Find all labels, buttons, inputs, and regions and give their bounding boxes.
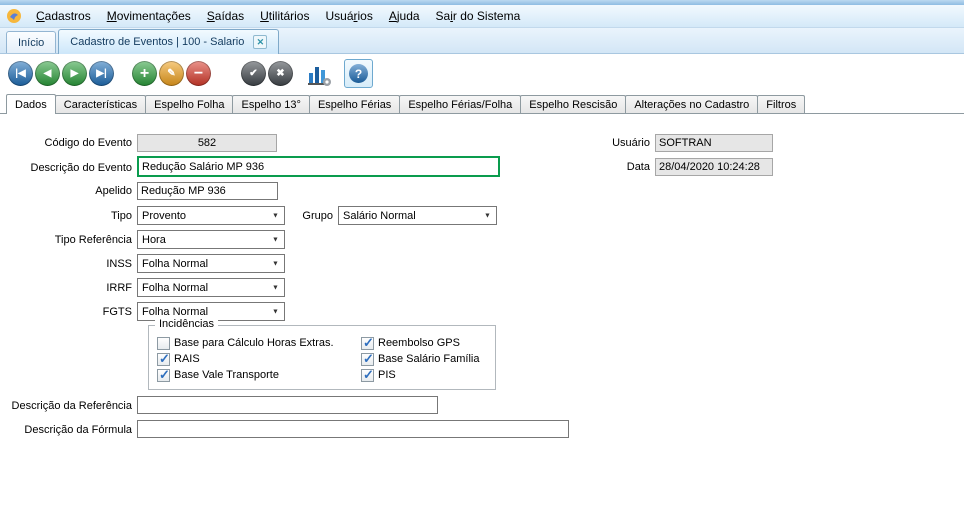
checkbox-base-vale-transporte[interactable]: Base Vale Transporte <box>157 367 279 383</box>
fgts-value: Folha Normal <box>142 305 209 318</box>
chart-icon[interactable] <box>306 61 332 87</box>
tab-inicio[interactable]: Início <box>6 31 57 53</box>
incidencias-groupbox: Incidências Base para Cálculo Horas Extr… <box>148 318 496 390</box>
descricao-formula-input[interactable] <box>137 420 569 438</box>
checkbox-box[interactable] <box>361 351 374 367</box>
menu-cadastros[interactable]: Cadastros <box>28 5 99 27</box>
menu-sair-do-sistema[interactable]: Sa i r do Sistema <box>428 5 529 27</box>
toolbar: |◀ ◀ ▶ ▶| + ✎ − ✔ ✖ ? <box>0 54 964 94</box>
checkbox-label: RAIS <box>174 353 200 365</box>
irrf-label: IRRF <box>106 282 132 294</box>
page-tab-strip: Dados Características Espelho Folha Espe… <box>0 94 964 114</box>
checkbox-box[interactable] <box>157 351 170 367</box>
tab-cadastro-de-eventos[interactable]: Cadastro de Eventos | 100 - Salario ✕ <box>58 29 280 54</box>
tab-inicio-label: Início <box>18 36 45 49</box>
tipo-value: Provento <box>142 209 187 222</box>
edit-record-button[interactable]: ✎ <box>159 61 184 86</box>
codigo-evento-label: Código do Evento <box>44 137 132 149</box>
tab-espelho-folha[interactable]: Espelho Folha <box>145 95 234 113</box>
tab-espelho-13[interactable]: Espelho 13° <box>232 95 310 113</box>
delete-record-button[interactable]: − <box>186 61 211 86</box>
checkbox-label: Base Salário Família <box>378 353 480 365</box>
checkbox-label: Reembolso GPS <box>378 337 460 349</box>
tab-filtros[interactable]: Filtros <box>757 95 806 113</box>
tab-cadastro-label: Cadastro de Eventos | 100 - Salario <box>70 36 245 48</box>
descricao-evento-input[interactable] <box>137 156 500 177</box>
nav-first-button[interactable]: |◀ <box>8 61 33 86</box>
menu-ajuda[interactable]: Ajuda <box>381 5 428 27</box>
tipo-combo[interactable]: Provento ▼ <box>137 206 285 225</box>
checkbox-rais[interactable]: RAIS <box>157 351 200 367</box>
menu-saidas[interactable]: Saídas <box>199 5 252 27</box>
inss-combo[interactable]: Folha Normal ▼ <box>137 254 285 273</box>
tipo-referencia-combo[interactable]: Hora ▼ <box>137 230 285 249</box>
dropdown-arrow-icon: ▼ <box>272 284 279 291</box>
tab-caracteristicas[interactable]: Características <box>54 95 147 113</box>
dropdown-arrow-icon: ▼ <box>272 212 279 219</box>
checkbox-reembolso-gps[interactable]: Reembolso GPS <box>361 335 460 351</box>
descricao-evento-label: Descrição do Evento <box>30 162 133 174</box>
data-label: Data <box>626 161 650 173</box>
menu-bar: Cadastros Movimentações Saídas Utilitári… <box>0 5 964 28</box>
dropdown-arrow-icon: ▼ <box>484 212 491 219</box>
checkbox-base-salario-familia[interactable]: Base Salário Família <box>361 351 480 367</box>
add-record-button[interactable]: + <box>132 61 157 86</box>
tipo-referencia-label: Tipo Referência <box>54 234 132 246</box>
menu-usuarios[interactable]: Usuá r ios <box>317 5 380 27</box>
grupo-label: Grupo <box>302 210 333 222</box>
incidencias-legend: Incidências <box>155 318 219 330</box>
cancel-button[interactable]: ✖ <box>268 61 293 86</box>
nav-last-button[interactable]: ▶| <box>89 61 114 86</box>
help-button[interactable]: ? <box>344 59 373 88</box>
checkbox-box[interactable] <box>361 367 374 383</box>
usuario-label: Usuário <box>612 137 650 149</box>
checkbox-box[interactable] <box>157 336 170 350</box>
nav-previous-button[interactable]: ◀ <box>35 61 60 86</box>
tipo-label: Tipo <box>111 210 132 222</box>
inss-label: INSS <box>106 258 132 270</box>
dropdown-arrow-icon: ▼ <box>272 260 279 267</box>
checkbox-pis[interactable]: PIS <box>361 367 396 383</box>
apelido-label: Apelido <box>95 185 132 197</box>
descricao-formula-label: Descrição da Fórmula <box>24 424 132 436</box>
descricao-referencia-label: Descrição da Referência <box>11 400 132 412</box>
tab-espelho-rescisao[interactable]: Espelho Rescisão <box>520 95 627 113</box>
checkbox-box[interactable] <box>157 367 170 383</box>
descricao-referencia-input[interactable] <box>137 396 438 414</box>
dropdown-arrow-icon: ▼ <box>272 236 279 243</box>
irrf-value: Folha Normal <box>142 281 209 294</box>
nav-next-button[interactable]: ▶ <box>62 61 87 86</box>
confirm-button[interactable]: ✔ <box>241 61 266 86</box>
dropdown-arrow-icon: ▼ <box>272 308 279 315</box>
help-icon: ? <box>349 64 368 83</box>
app-icon <box>6 8 22 24</box>
grupo-combo[interactable]: Salário Normal ▼ <box>338 206 497 225</box>
grupo-value: Salário Normal <box>343 209 416 222</box>
checkbox-label: Base Vale Transporte <box>174 369 279 381</box>
tipo-referencia-value: Hora <box>142 233 166 246</box>
data-field: 28/04/2020 10:24:28 <box>655 158 773 176</box>
menu-utilitarios[interactable]: Utilitários <box>252 5 317 27</box>
checkbox-box[interactable] <box>361 335 374 351</box>
checkbox-label: Base para Cálculo Horas Extras. <box>174 337 334 349</box>
fgts-label: FGTS <box>102 306 132 318</box>
checkbox-base-calculo-horas-extras[interactable]: Base para Cálculo Horas Extras. <box>157 336 334 350</box>
apelido-input[interactable] <box>137 182 278 200</box>
inss-value: Folha Normal <box>142 257 209 270</box>
tab-espelho-ferias[interactable]: Espelho Férias <box>308 95 401 113</box>
application-window: Cadastros Movimentações Saídas Utilitári… <box>0 0 964 514</box>
tab-dados[interactable]: Dados <box>6 94 56 114</box>
checkbox-label: PIS <box>378 369 396 381</box>
menu-movimentacoes[interactable]: Movimentações <box>99 5 199 27</box>
close-tab-icon[interactable]: ✕ <box>253 35 268 49</box>
codigo-evento-field: 582 <box>137 134 277 152</box>
tab-espelho-ferias-folha[interactable]: Espelho Férias/Folha <box>399 95 522 113</box>
irrf-combo[interactable]: Folha Normal ▼ <box>137 278 285 297</box>
document-tab-bar: Início Cadastro de Eventos | 100 - Salar… <box>0 28 964 54</box>
tab-alteracoes-no-cadastro[interactable]: Alterações no Cadastro <box>625 95 759 113</box>
usuario-field: SOFTRAN <box>655 134 773 152</box>
